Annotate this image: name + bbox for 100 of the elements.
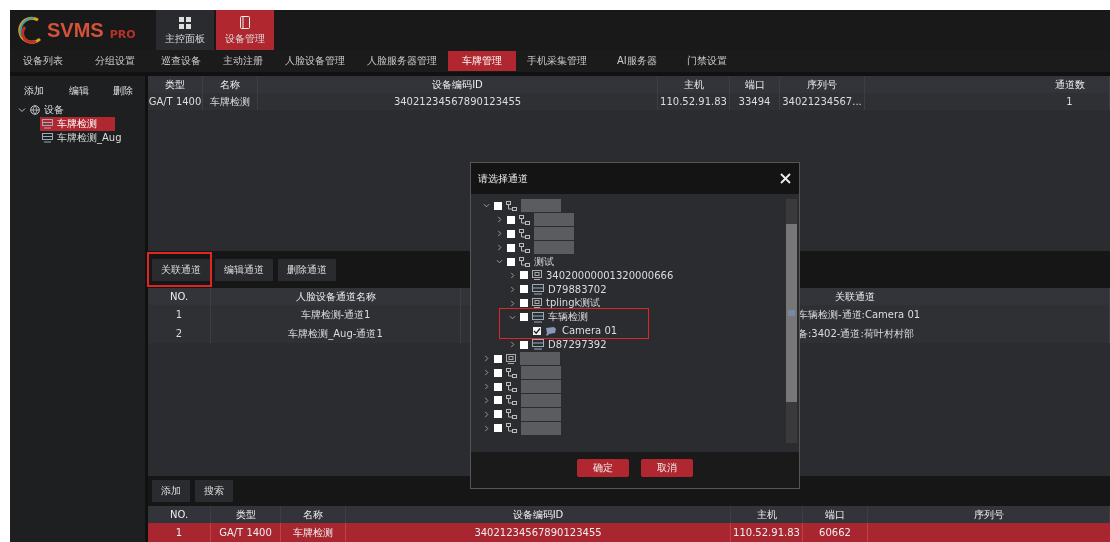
globe-icon xyxy=(30,104,40,115)
chevron-icon[interactable] xyxy=(496,216,503,224)
checkbox[interactable] xyxy=(520,271,528,280)
nav-tab[interactable]: 巡查设备 xyxy=(150,51,212,71)
channel-action-button[interactable]: 关联通道 xyxy=(152,258,210,281)
action-button[interactable]: 添加 xyxy=(152,480,190,502)
checkbox[interactable] xyxy=(507,257,515,266)
hierarchy-icon xyxy=(506,381,517,392)
checkbox[interactable] xyxy=(507,215,515,224)
chevron-icon[interactable] xyxy=(509,341,516,349)
channel-action-button[interactable]: 删除通道 xyxy=(278,258,336,281)
action-button[interactable]: 搜索 xyxy=(195,480,233,502)
checkbox[interactable] xyxy=(520,299,528,308)
server-icon xyxy=(532,339,544,351)
table-cell: GA/T 1400 xyxy=(211,523,281,542)
chevron-icon[interactable] xyxy=(496,230,503,238)
table-cell: 34021234567... xyxy=(780,93,865,110)
checkbox[interactable] xyxy=(494,410,502,419)
checkbox[interactable] xyxy=(494,201,502,210)
checkbox[interactable] xyxy=(494,382,502,391)
table-cell: 车牌检测_Aug-通道1 xyxy=(211,324,461,343)
device-tree-item[interactable]: 车牌检测_Aug xyxy=(40,131,125,145)
tree-item-label[interactable]: 车辆检测 xyxy=(548,310,588,325)
nav-tab[interactable]: 主动注册 xyxy=(212,51,274,71)
dialog-button[interactable]: 确定 xyxy=(577,459,629,477)
table-cell: 车牌检测 xyxy=(281,523,346,542)
scrollbar-thumb[interactable] xyxy=(786,224,797,402)
device-tree-item[interactable]: 车牌检测 xyxy=(40,117,115,131)
notebook-icon xyxy=(239,16,251,29)
logo-suffix: PRO xyxy=(109,27,136,41)
checkbox[interactable] xyxy=(494,368,502,377)
tree-item-label[interactable]: Camera 01 xyxy=(562,325,618,337)
device-icon xyxy=(506,353,516,364)
hierarchy-icon xyxy=(506,395,517,406)
nav-tab[interactable]: 手机采集管理 xyxy=(516,51,598,71)
table-cell: 车牌检测 xyxy=(203,93,258,110)
tree-item-label[interactable]: D79883702 xyxy=(548,283,607,295)
chevron-icon[interactable] xyxy=(483,396,490,404)
hierarchy-icon xyxy=(506,200,517,211)
grip-icon xyxy=(788,310,795,316)
checkbox[interactable] xyxy=(494,396,502,405)
sidebar-action[interactable]: 编辑 xyxy=(68,84,89,98)
module-tab[interactable]: 设备管理 xyxy=(216,10,274,50)
channel-action-button[interactable]: 编辑通道 xyxy=(215,258,273,281)
chevron-icon[interactable] xyxy=(496,258,503,265)
nav-tab[interactable]: 门禁设置 xyxy=(675,51,738,71)
table-cell: 2 xyxy=(148,324,211,343)
checkbox[interactable] xyxy=(520,340,528,349)
chevron-icon[interactable] xyxy=(509,271,516,279)
nav-tab[interactable]: 人脸服务器管理 xyxy=(356,51,448,71)
chevron-icon[interactable] xyxy=(496,244,503,252)
device-icon xyxy=(532,270,542,281)
chevron-icon[interactable] xyxy=(18,105,26,114)
table-cell: 110.52.91.83 xyxy=(658,93,730,110)
tree-item-label[interactable]: 设备 xyxy=(44,102,64,117)
sidebar-action[interactable]: 删除 xyxy=(113,84,133,98)
device-icon xyxy=(532,298,542,309)
table-cell: 110.52.91.83 xyxy=(731,523,803,542)
dialog-button[interactable]: 取消 xyxy=(641,459,693,477)
grid-icon xyxy=(179,16,191,29)
chevron-icon[interactable] xyxy=(483,424,490,432)
table-cell: 34021234567890123455 xyxy=(258,93,658,110)
nav-tab[interactable]: AI服务器 xyxy=(606,51,668,71)
server-icon xyxy=(42,133,53,143)
hierarchy-icon xyxy=(506,409,517,420)
nav-tab[interactable]: 设备列表 xyxy=(12,51,74,71)
logo-text: SVMS xyxy=(47,18,104,42)
tree-item-label[interactable]: tplingk测试 xyxy=(546,296,601,311)
chevron-icon[interactable] xyxy=(483,369,490,377)
chevron-icon[interactable] xyxy=(509,299,516,307)
table-cell: 34021234567890123455 xyxy=(346,523,731,542)
sidebar-action[interactable]: 添加 xyxy=(24,84,44,98)
chevron-icon[interactable] xyxy=(483,383,490,390)
dialog-title: 请选择通道 xyxy=(478,171,528,186)
checkbox[interactable] xyxy=(520,285,528,294)
table-cell: GA/T 1400 xyxy=(148,93,203,110)
module-tab[interactable]: 主控面板 xyxy=(156,10,214,50)
nav-tab[interactable]: 车牌管理 xyxy=(448,51,516,71)
hierarchy-icon xyxy=(519,214,530,225)
chevron-icon[interactable] xyxy=(483,410,490,418)
nav-tab[interactable]: 分组设置 xyxy=(84,51,146,71)
nav-tab[interactable]: 人脸设备管理 xyxy=(274,51,356,71)
checkbox[interactable] xyxy=(533,326,541,335)
chevron-icon[interactable] xyxy=(483,355,490,363)
checkbox[interactable] xyxy=(494,424,502,433)
checkbox[interactable] xyxy=(507,243,515,252)
tree-item-label[interactable]: D87297392 xyxy=(548,339,607,351)
close-icon[interactable] xyxy=(780,173,791,184)
checkbox[interactable] xyxy=(507,229,515,238)
hierarchy-icon xyxy=(506,367,517,378)
tree-item-label[interactable]: 测试 xyxy=(534,254,554,269)
table-row[interactable]: 1 GA/T 1400 车牌检测 34021234567890123455 110.52.91.83 60662 xyxy=(148,523,1110,542)
server-icon xyxy=(42,119,53,129)
chevron-icon[interactable] xyxy=(509,313,516,321)
tree-item-label[interactable]: 34020000001320000666 xyxy=(546,269,674,281)
chevron-icon[interactable] xyxy=(509,285,516,293)
chevron-icon[interactable] xyxy=(483,202,490,210)
checkbox[interactable] xyxy=(520,313,528,322)
server-icon xyxy=(532,311,544,323)
checkbox[interactable] xyxy=(494,354,502,363)
